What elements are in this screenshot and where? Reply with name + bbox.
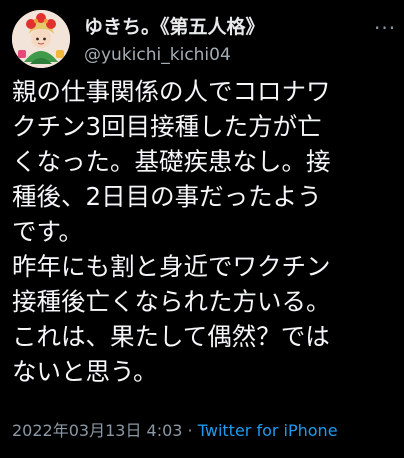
- tweet-text-line: 昨年にも割と身近でワクチン: [12, 252, 331, 281]
- author-handle[interactable]: @yukichi_kichi04: [84, 45, 231, 65]
- author-display-name[interactable]: ゆきち。《第五人格》: [84, 12, 265, 39]
- tweet-text-line: ないと思う。: [12, 357, 158, 386]
- tweet-text-line: クチン3回目接種した方が亡: [12, 112, 322, 141]
- more-options-icon[interactable]: ···: [374, 16, 396, 40]
- tweet-text-line: これは、果たして偶然？では: [12, 322, 330, 351]
- tweet-timestamp[interactable]: 2022年03月13日 4:03: [12, 421, 182, 440]
- tweet-source-link[interactable]: Twitter for iPhone: [198, 421, 338, 440]
- avatar-image-icon: [12, 10, 70, 68]
- tweet-text-line: 接種後亡くなられた方いる。: [12, 287, 331, 316]
- avatar[interactable]: [12, 10, 70, 68]
- tweet-text-line: です。: [12, 217, 84, 246]
- meta-separator: ·: [182, 421, 198, 440]
- tweet-card: ゆきち。《第五人格》 @yukichi_kichi04 ··· 親の仕事関係の人…: [0, 0, 404, 458]
- tweet-text-line: 種後、2日目の事だったよう: [12, 182, 322, 211]
- tweet-text: 親の仕事関係の人でコロナワ クチン3回目接種した方が亡 くなった。基礎疾患なし。…: [12, 74, 404, 389]
- tweet-text-line: 親の仕事関係の人でコロナワ: [12, 77, 331, 106]
- tweet-meta: 2022年03月13日 4:03 · Twitter for iPhone: [12, 417, 338, 441]
- tweet-text-line: くなった。基礎疾患なし。接: [12, 147, 331, 176]
